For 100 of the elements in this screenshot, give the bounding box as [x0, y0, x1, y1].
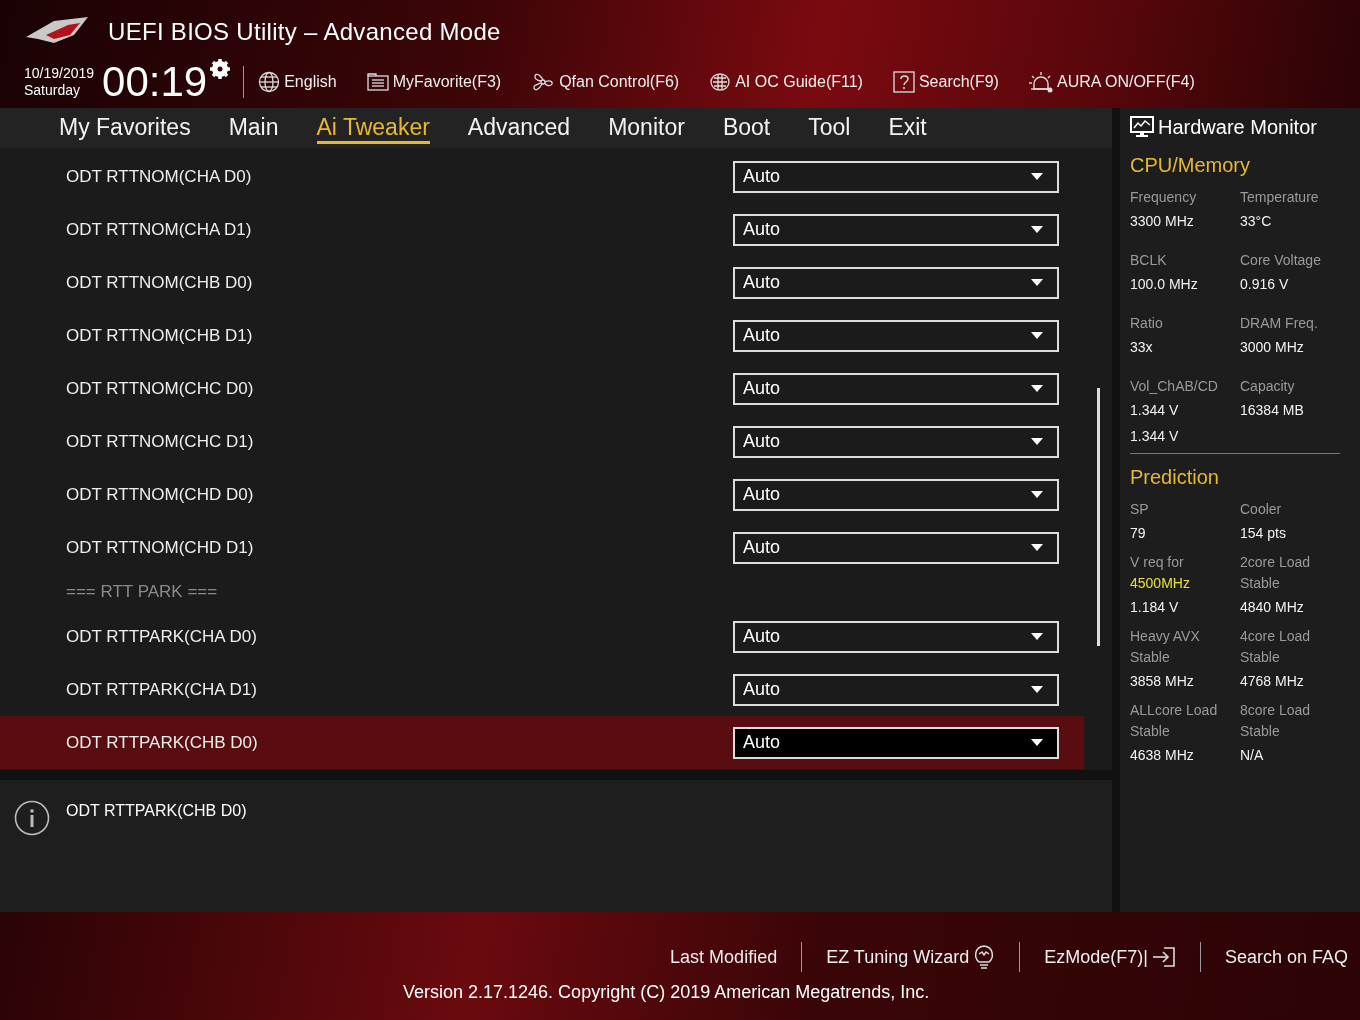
setting-label: ODT RTTNOM(CHC D0)	[66, 378, 254, 399]
date-text: 10/19/2019	[24, 65, 95, 82]
metric-value: 16384 MB	[1240, 401, 1305, 420]
caret-icon	[1031, 739, 1043, 746]
metric-value: 154 pts	[1240, 524, 1287, 543]
clock-time: 00:19	[102, 58, 208, 106]
footer-link[interactable]: EzMode(F7)|	[1044, 946, 1176, 968]
panel-title: Hardware Monitor	[1158, 115, 1317, 139]
caret-icon	[1031, 438, 1043, 445]
metric-value: 33x	[1130, 338, 1154, 357]
setting-row[interactable]: ODT RTTNOM(CHA D0) Auto	[0, 150, 1084, 203]
caret-icon	[1031, 633, 1043, 640]
metric-value: 4638 MHz	[1130, 746, 1195, 765]
dropdown-field[interactable]: Auto	[733, 160, 1059, 193]
footer-link[interactable]: Search on FAQ	[1224, 946, 1348, 968]
menu-tab[interactable]: Advanced	[467, 112, 571, 144]
metric-label: BCLK	[1130, 251, 1168, 270]
metric-label: Frequency	[1130, 188, 1198, 207]
metric-value: 1.344 V	[1130, 427, 1180, 446]
dropdown-field[interactable]: Auto	[733, 673, 1059, 706]
setting-row[interactable]: ODT RTTNOM(CHC D1) Auto	[0, 415, 1084, 468]
globe-icon	[258, 71, 281, 93]
scrollbar[interactable]	[1097, 388, 1100, 646]
menu-tab[interactable]: Tool	[808, 112, 851, 144]
metric-label: Stable	[1240, 648, 1281, 667]
metric-value: 100.0 MHz	[1130, 275, 1199, 294]
menu-tab[interactable]: Main	[228, 112, 279, 144]
metric-label: Stable	[1240, 722, 1281, 741]
dropdown-field[interactable]: Auto	[733, 478, 1059, 511]
toolbar-button[interactable]: AURA ON/OFF(F4)	[1028, 71, 1195, 93]
setting-row[interactable]: ODT RTTNOM(CHD D1) Auto	[0, 521, 1084, 574]
monitor-icon	[1130, 116, 1154, 138]
setting-row[interactable]: ODT RTTNOM(CHB D1) Auto	[0, 309, 1084, 362]
footer-link[interactable]: EZ Tuning Wizard	[826, 944, 996, 970]
metric-label: Ratio	[1130, 314, 1164, 333]
dropdown-field[interactable]: Auto	[733, 319, 1059, 352]
caret-icon	[1031, 332, 1043, 339]
menu-tab[interactable]: Exit	[888, 112, 927, 144]
metric-label: Capacity	[1240, 377, 1296, 396]
setting-label: ODT RTTPARK(CHA D1)	[66, 679, 257, 700]
caret-icon	[1031, 385, 1043, 392]
setting-label: ODT RTTNOM(CHA D0)	[66, 166, 252, 187]
metric-label: V req for	[1130, 553, 1185, 572]
menu-tab[interactable]: My Favorites	[59, 112, 191, 144]
metric-label: Cooler	[1240, 500, 1283, 519]
menu-tab[interactable]: Ai Tweaker	[316, 112, 430, 144]
setting-row[interactable]: ODT RTTPARK(CHA D1) Auto	[0, 663, 1084, 716]
dropdown-field[interactable]: Auto	[733, 266, 1059, 299]
metric-value: 3000 MHz	[1240, 338, 1305, 357]
caret-icon	[1031, 544, 1043, 551]
setting-label: ODT RTTNOM(CHD D0)	[66, 484, 254, 505]
metric-label: 8core Load	[1240, 701, 1312, 720]
setting-row[interactable]: ODT RTTNOM(CHC D0) Auto	[0, 362, 1084, 415]
toolbar-button[interactable]: Search(F9)	[892, 71, 999, 93]
setting-label: ODT RTTNOM(CHD D1)	[66, 537, 254, 558]
section-title: Prediction	[1130, 466, 1220, 489]
menu-tab[interactable]: Boot	[722, 112, 771, 144]
setting-label: ODT RTTNOM(CHB D1)	[66, 325, 253, 346]
setting-row[interactable]: ODT RTTNOM(CHB D0) Auto	[0, 256, 1084, 309]
dropdown-field[interactable]: Auto	[733, 372, 1059, 405]
menu-tab[interactable]: Monitor	[608, 112, 685, 144]
setting-label: ODT RTTPARK(CHA D0)	[66, 626, 257, 647]
metric-label: DRAM Freq.	[1240, 314, 1319, 333]
metric-label: Stable	[1130, 722, 1171, 741]
dropdown-field[interactable]: Auto	[733, 425, 1059, 458]
setting-label: ODT RTTNOM(CHB D0)	[66, 272, 253, 293]
caret-icon	[1031, 279, 1043, 286]
dropdown-field[interactable]: Auto	[733, 531, 1059, 564]
fan-icon	[531, 71, 556, 93]
metric-label: 4core Load	[1240, 627, 1312, 646]
metric-label: Temperature	[1240, 188, 1320, 207]
metric-value: 3858 MHz	[1130, 672, 1195, 691]
toolbar-button[interactable]: MyFavorite(F3)	[366, 73, 502, 91]
caret-icon	[1031, 491, 1043, 498]
section-title: CPU/Memory	[1130, 154, 1251, 177]
setting-row[interactable]: ODT RTTNOM(CHA D1) Auto	[0, 203, 1084, 256]
list-icon	[366, 73, 389, 91]
metric-value: 4840 MHz	[1240, 598, 1305, 617]
metric-frequency: 4500MHz	[1130, 574, 1191, 593]
light-icon	[1028, 71, 1053, 93]
metric-value: 79	[1130, 524, 1147, 543]
toolbar-button[interactable]: AI OC Guide(F11)	[709, 72, 863, 92]
setting-row[interactable]: ODT RTTPARK(CHB D0) Auto	[0, 716, 1084, 769]
dropdown-field[interactable]: Auto	[733, 213, 1059, 246]
help-text: ODT RTTPARK(CHB D0)	[66, 802, 247, 820]
settings-icon[interactable]	[209, 58, 232, 80]
setting-label: ODT RTTNOM(CHC D1)	[66, 431, 254, 452]
toolbar-button[interactable]: Qfan Control(F6)	[531, 71, 680, 93]
setting-label: ODT RTTNOM(CHA D1)	[66, 219, 252, 240]
dropdown-field[interactable]: Auto	[733, 726, 1059, 759]
dropdown-field[interactable]: Auto	[733, 620, 1059, 653]
setting-row[interactable]: ODT RTTNOM(CHD D0) Auto	[0, 468, 1084, 521]
toolbar-button[interactable]: English	[258, 71, 337, 93]
metric-label: Stable	[1240, 574, 1281, 593]
metric-value: 4768 MHz	[1240, 672, 1305, 691]
footer-link[interactable]: Last Modified	[670, 946, 778, 968]
setting-label: ODT RTTPARK(CHB D0)	[66, 732, 258, 753]
caret-icon	[1031, 226, 1043, 233]
setting-row[interactable]: ODT RTTPARK(CHA D0) Auto	[0, 610, 1084, 663]
metric-label: 2core Load	[1240, 553, 1312, 572]
